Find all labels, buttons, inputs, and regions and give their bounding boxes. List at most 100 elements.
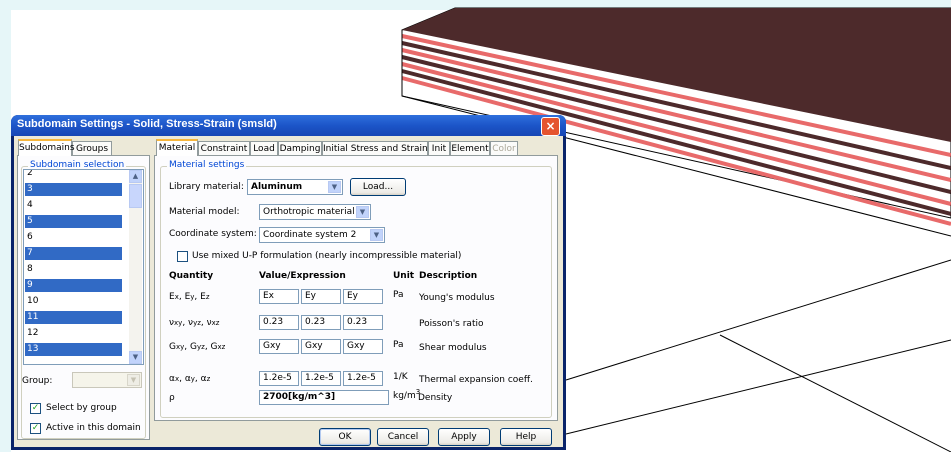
tab-initial-stress-strain[interactable]: Initial Stress and Strain [322,141,428,156]
tab-subdomains[interactable]: Subdomains [18,139,75,156]
quantity-subscript: xz [217,343,226,351]
unit-label: 1/K [393,372,408,382]
load-material-button[interactable]: Load... [350,178,406,196]
value-input[interactable]: Gxy [259,339,299,354]
scroll-up-icon[interactable]: ▲ [129,170,142,183]
scroll-thumb[interactable] [129,184,142,208]
scroll-down-icon[interactable]: ▼ [129,351,142,364]
header-unit: Unit [393,271,415,281]
chevron-down-icon[interactable]: ▼ [356,206,369,218]
chevron-down-icon[interactable]: ▼ [370,229,383,241]
density-input[interactable]: 2700[kg/m^3] [259,390,389,405]
mixed-up-label: Use mixed U-P formulation (nearly incomp… [192,251,462,261]
quantity-part: , ν [182,318,194,328]
density-quantity: ρ [169,393,175,403]
tab-color: Color [490,141,518,156]
value-input[interactable]: Gxy [343,339,383,354]
quantity-symbol: νxy, νyz, νxz [169,318,219,328]
quantity-part: , ν [200,318,212,328]
list-item[interactable]: 13 [25,343,122,356]
subdomains-panel: Subdomain selection 2 3 4 5 6 7 8 9 10 11 12 13 ▲ ▼… [17,155,150,440]
quantity-part: , G [204,342,218,352]
tab-load[interactable]: Load [250,141,278,156]
list-item[interactable]: 5 [25,215,122,228]
list-item[interactable]: 2 [25,170,122,180]
library-material-select[interactable]: Aluminum ▼ [247,179,343,195]
value-input[interactable]: 1.2e-5 [259,371,299,386]
list-item[interactable]: 3 [25,183,122,196]
quantity-subscript: xz [211,319,220,327]
tab-init[interactable]: Init [428,141,450,156]
subdomain-list-scrollbar[interactable]: ▲ ▼ [129,170,142,364]
description-label: Poisson's ratio [419,319,484,329]
select-by-group-checkbox[interactable]: ✓ [30,403,41,414]
quantity-part: G [169,342,176,352]
list-item[interactable]: 11 [25,311,122,324]
material-settings-legend: Material settings [167,160,247,170]
coordinate-system-select[interactable]: Coordinate system 2 ▼ [259,227,385,243]
quantity-part: , α [194,374,207,384]
value-input[interactable]: 1.2e-5 [301,371,341,386]
chevron-down-icon[interactable]: ▼ [127,374,140,386]
help-button[interactable]: Help [500,428,552,446]
coordinate-system-value: Coordinate system 2 [263,230,357,240]
tab-damping[interactable]: Damping [278,141,322,156]
quantity-part: , G [184,342,197,352]
unit-label: Pa [393,340,404,350]
chevron-down-icon[interactable]: ▼ [328,181,341,193]
quantity-subscript: z [206,375,211,383]
coordinate-system-label: Coordinate system: [169,229,257,239]
tab-element[interactable]: Element [450,141,490,156]
density-unit-base: kg/m [393,391,416,401]
quantity-symbol: Ex, Ey, Ez [169,292,210,302]
material-model-label: Material model: [169,207,240,217]
list-item[interactable]: 12 [25,327,122,340]
material-model-select[interactable]: Orthotropic material ▼ [259,204,371,220]
list-item[interactable]: 9 [25,279,122,292]
quantity-symbol: αx, αy, αz [169,374,210,384]
value-input[interactable]: Ex [259,289,299,304]
library-material-label: Library material: [169,182,244,192]
material-settings-group: Material settings Library material: Alum… [160,160,552,418]
list-item[interactable]: 10 [25,295,122,308]
quantity-part: , α [179,374,191,384]
cancel-button[interactable]: Cancel [377,428,429,446]
library-material-value: Aluminum [251,182,303,192]
value-input[interactable]: 1.2e-5 [343,371,383,386]
close-icon[interactable]: × [541,117,560,136]
description-label: Young's modulus [419,293,495,303]
dialog-titlebar[interactable]: Subdomain Settings - Solid, Stress-Strai… [11,115,566,136]
apply-button[interactable]: Apply [438,428,490,446]
mixed-up-checkbox[interactable] [177,251,188,262]
quantity-part: , E [178,292,191,302]
value-input[interactable]: 0.23 [259,315,299,330]
value-input[interactable]: 0.23 [343,315,383,330]
unit-label: Pa [393,290,404,300]
active-in-domain-checkbox[interactable]: ✓ [30,423,41,434]
group-label: Group: [22,376,53,386]
value-input[interactable]: Ey [343,289,383,304]
tab-constraint[interactable]: Constraint [198,141,250,156]
list-item[interactable]: 7 [25,247,122,260]
value-input[interactable]: Gxy [301,339,341,354]
density-unit: kg/m3 [393,388,420,401]
subdomain-settings-dialog: Subdomain Settings - Solid, Stress-Strai… [11,115,566,450]
list-item[interactable]: 6 [25,231,122,244]
material-model-value: Orthotropic material [263,207,355,217]
list-item[interactable]: 4 [25,199,122,212]
material-panel: Material settings Library material: Alum… [154,155,558,421]
quantity-symbol: Gxy, Gyz, Gxz [169,342,225,352]
value-input[interactable]: Ey [301,289,341,304]
tab-material[interactable]: Material [156,139,198,156]
tab-groups[interactable]: Groups [72,141,112,156]
ok-button[interactable]: OK [319,428,371,446]
description-label: Thermal expansion coeff. [419,375,533,385]
description-label: Shear modulus [419,343,487,353]
dialog-client: Subdomains Groups Subdomain selection 23… [14,136,563,447]
list-item[interactable]: 8 [25,263,122,276]
subdomain-list[interactable]: 2 3 4 5 6 7 8 9 10 11 12 13 ▲ ▼ [23,169,144,365]
header-description: Description [419,271,478,281]
group-select[interactable]: ▼ [72,372,142,388]
value-input[interactable]: 0.23 [301,315,341,330]
quantity-subscript: z [205,293,210,301]
